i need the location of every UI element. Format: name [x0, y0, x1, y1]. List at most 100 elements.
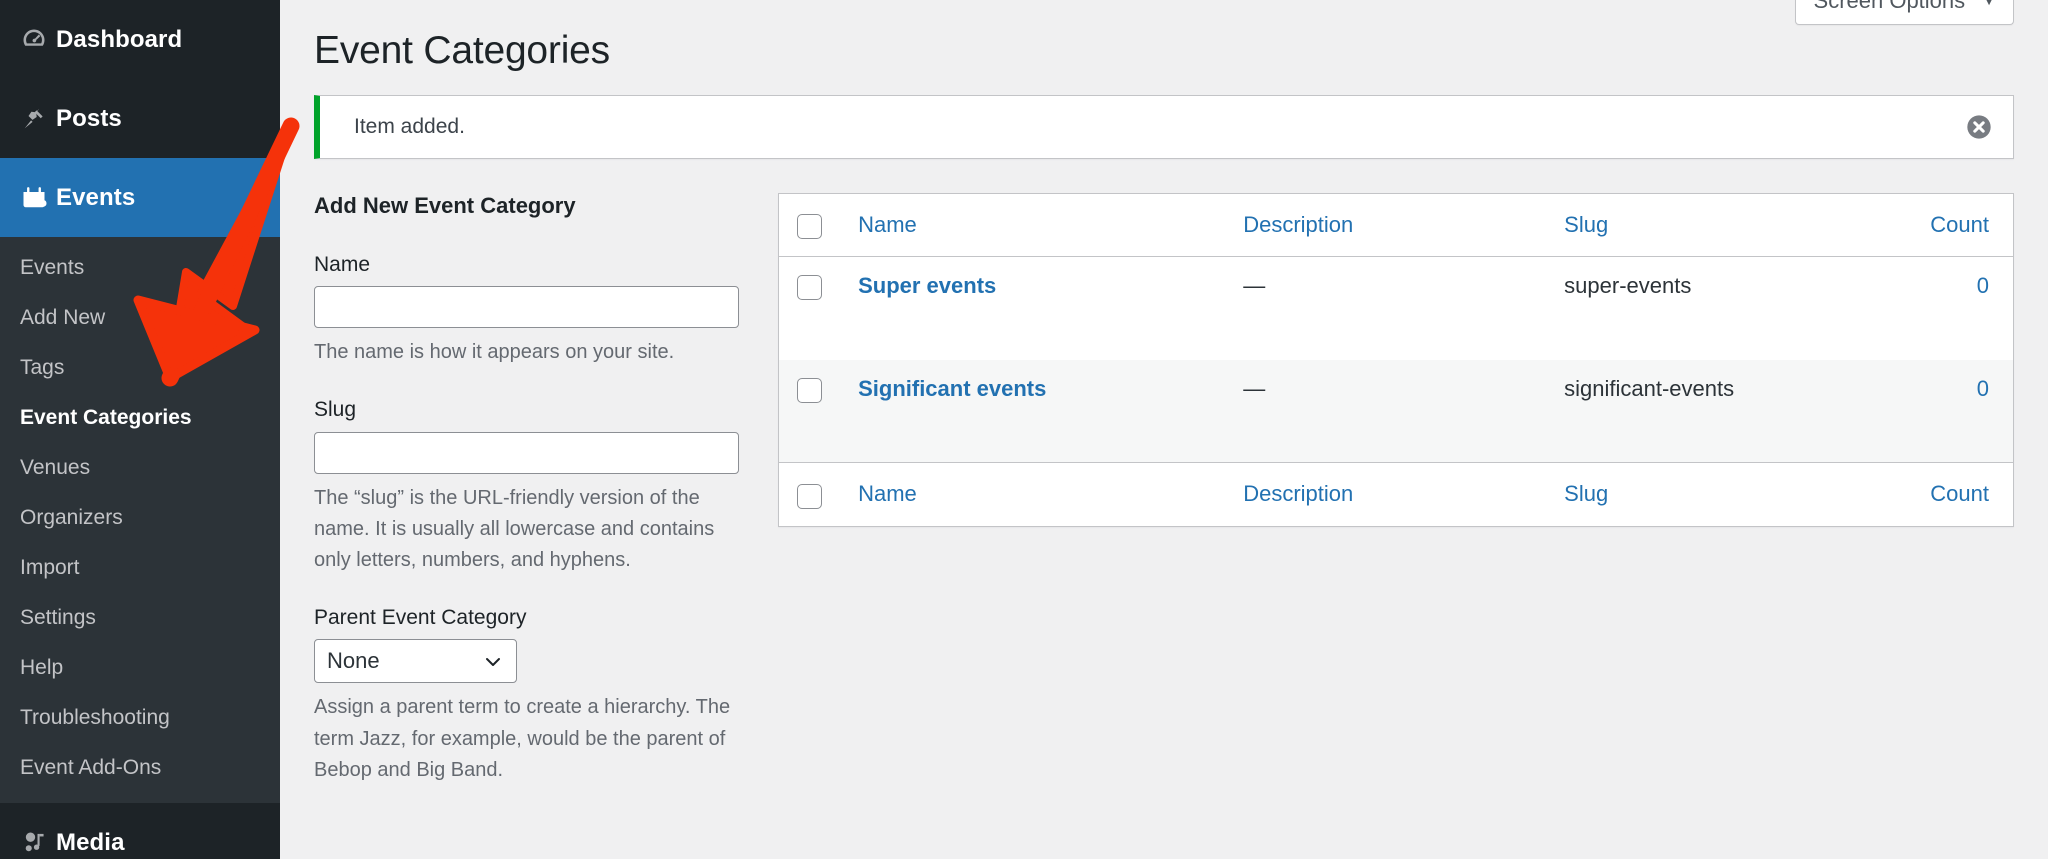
column-footer-description[interactable]: Description: [1243, 463, 1564, 527]
column-header-description[interactable]: Description: [1243, 193, 1564, 257]
submenu-item-label: Tags: [20, 356, 65, 379]
term-count-link[interactable]: 0: [1977, 376, 1989, 401]
table-row: Super events — super-events 0: [779, 257, 2014, 360]
column-header-slug[interactable]: Slug: [1564, 193, 1872, 257]
slug-description: The “slug” is the URL-friendly version o…: [314, 486, 715, 571]
submenu-item-label: Events: [20, 256, 85, 279]
pin-icon: [12, 105, 56, 133]
row-name-cell: Significant events: [858, 360, 1243, 463]
events-submenu: Events Add New Tags Event Categories Ven…: [0, 237, 280, 803]
parent-select[interactable]: None: [314, 639, 517, 684]
name-label: Name: [314, 252, 371, 276]
column-footer-name[interactable]: Name: [858, 463, 1243, 527]
row-name-cell: Super events: [858, 257, 1243, 360]
submenu-item-import[interactable]: Import: [0, 543, 280, 593]
submenu-item-label: Organizers: [20, 506, 123, 529]
submenu-item-venues[interactable]: Venues: [0, 443, 280, 493]
submenu-item-organizers[interactable]: Organizers: [0, 493, 280, 543]
parent-description: Assign a parent term to create a hierarc…: [314, 696, 731, 781]
submenu-item-settings[interactable]: Settings: [0, 593, 280, 643]
submenu-item-label: Help: [20, 656, 64, 679]
select-all-checkbox-footer[interactable]: [797, 484, 822, 510]
submenu-item-add-new[interactable]: Add New: [0, 293, 280, 343]
add-new-term-form: Add New Event Category Name The name is …: [314, 193, 744, 814]
notice-item-added: Item added.: [314, 94, 2014, 159]
row-description-cell: —: [1243, 360, 1564, 463]
row-checkbox-cell: [779, 360, 859, 463]
sidebar-item-label: Dashboard: [56, 25, 183, 53]
table-header-row: Name Description Slug Count: [778, 193, 2014, 257]
admin-sidebar: Dashboard Posts Events Events Add New Ta…: [0, 0, 280, 859]
media-icon: [12, 829, 56, 857]
table-header: Name Description Slug Count: [778, 193, 2014, 257]
main-content: Screen Options ▼ Event Categories Item a…: [280, 0, 2048, 859]
submenu-item-label: Add New: [20, 306, 106, 329]
table-footer: Name Description Slug Count: [778, 462, 2014, 527]
term-description: —: [1243, 375, 1266, 401]
submenu-item-tags[interactable]: Tags: [0, 343, 280, 393]
row-slug-cell: super-events: [1564, 273, 1692, 299]
name-input[interactable]: [314, 286, 739, 329]
submenu-item-label: Event Add-Ons: [20, 756, 162, 779]
column-header-count[interactable]: Count: [1872, 193, 2013, 257]
column-footer-slug[interactable]: Slug: [1564, 463, 1872, 527]
terms-table: Name Description Slug Count Super events: [778, 192, 2014, 528]
sidebar-item-label: Media: [56, 828, 125, 856]
page-title: Event Categories: [314, 29, 610, 72]
slug-input[interactable]: [314, 431, 739, 474]
column-footer-count[interactable]: Count: [1872, 463, 2013, 527]
term-count-link[interactable]: 0: [1977, 273, 1989, 298]
parent-label: Parent Event Category: [314, 606, 527, 630]
table-footer-row: Name Description Slug Count: [778, 462, 2014, 527]
terms-table-wrap: Name Description Slug Count Super events: [778, 192, 2014, 814]
select-all-checkbox[interactable]: [797, 214, 822, 240]
dismiss-icon[interactable]: [1965, 113, 1993, 141]
form-heading: Add New Event Category: [314, 192, 576, 218]
term-description: —: [1243, 273, 1266, 299]
table-body: Super events — super-events 0 Significan…: [778, 257, 2014, 463]
chevron-down-icon: ▼: [1981, 0, 1997, 9]
table-row: Significant events — significant-events …: [778, 359, 2014, 463]
parent-select-wrap: None: [314, 639, 517, 684]
submenu-item-label: Import: [20, 556, 80, 579]
row-checkbox[interactable]: [797, 377, 822, 403]
calendar-icon: [12, 183, 56, 213]
screen-options-button[interactable]: Screen Options ▼: [1794, 0, 2014, 25]
row-count-cell: 0: [1872, 360, 2013, 463]
name-description: The name is how it appears on your site.: [314, 341, 675, 364]
submenu-item-label: Settings: [20, 606, 96, 629]
dashboard-icon: [12, 26, 56, 54]
sidebar-item-dashboard[interactable]: Dashboard: [0, 0, 280, 79]
row-slug-cell: significant-events: [1564, 375, 1735, 401]
submenu-item-event-categories[interactable]: Event Categories: [0, 393, 280, 443]
notice-message: Item added.: [354, 114, 465, 138]
submenu-item-help[interactable]: Help: [0, 643, 280, 693]
submenu-item-event-add-ons[interactable]: Event Add-Ons: [0, 743, 280, 793]
sidebar-item-media[interactable]: Media: [0, 803, 280, 859]
row-checkbox[interactable]: [797, 275, 822, 301]
row-description-cell: —: [1243, 257, 1564, 360]
term-name-link[interactable]: Super events: [858, 273, 996, 298]
select-all-header: [779, 193, 859, 257]
submenu-item-events[interactable]: Events: [0, 243, 280, 293]
row-checkbox-cell: [779, 257, 859, 360]
submenu-item-troubleshooting[interactable]: Troubleshooting: [0, 693, 280, 743]
slug-label: Slug: [314, 398, 357, 422]
submenu-item-label: Troubleshooting: [20, 706, 170, 729]
field-parent: Parent Event Category None Assign a pare…: [314, 604, 744, 786]
screen-options-label: Screen Options: [1813, 0, 1966, 13]
column-header-name[interactable]: Name: [858, 193, 1243, 257]
sidebar-item-label: Posts: [56, 104, 122, 132]
submenu-item-label: Venues: [20, 456, 91, 479]
field-slug: Slug The “slug” is the URL-friendly vers…: [314, 396, 744, 576]
submenu-item-label: Event Categories: [20, 406, 192, 429]
row-count-cell: 0: [1872, 257, 2013, 360]
sidebar-item-posts[interactable]: Posts: [0, 79, 280, 158]
field-name: Name The name is how it appears on your …: [314, 251, 744, 368]
parent-select-value: None: [327, 648, 380, 674]
sidebar-item-label: Events: [56, 183, 136, 211]
sidebar-item-events[interactable]: Events: [0, 158, 280, 237]
term-name-link[interactable]: Significant events: [858, 376, 1046, 401]
select-all-footer: [779, 463, 859, 527]
content-columns: Add New Event Category Name The name is …: [314, 192, 2014, 814]
